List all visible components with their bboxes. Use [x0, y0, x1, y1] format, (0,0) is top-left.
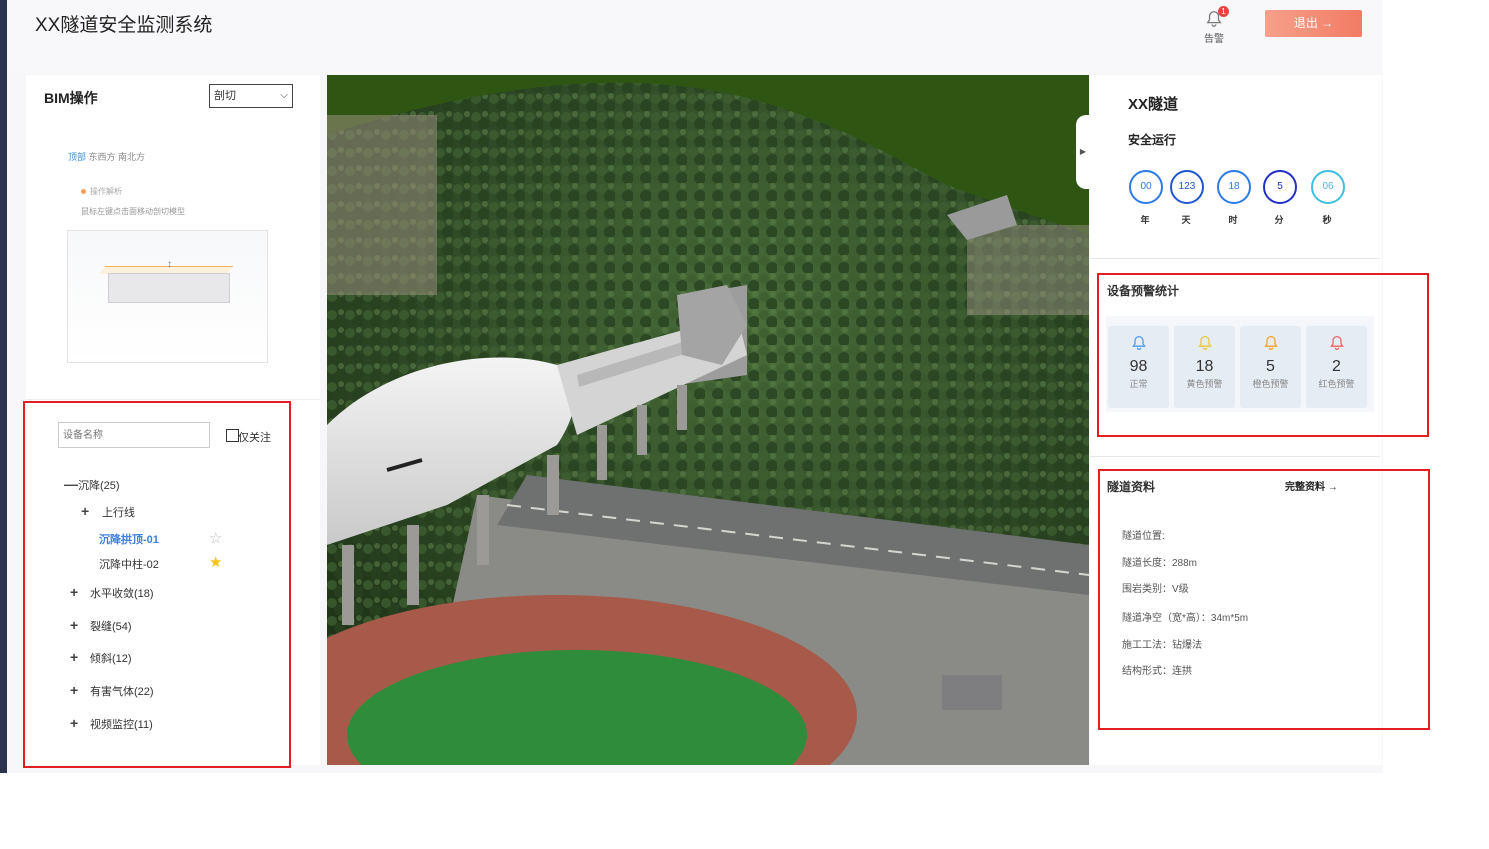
bullet-icon: [81, 189, 86, 194]
alarm-label: 告警: [1204, 34, 1224, 45]
aerial-scene-image: [327, 75, 1089, 765]
header: XX隧道安全监测系统 1 告警 退出 →: [7, 0, 1383, 74]
unit-label: 时: [1228, 215, 1238, 225]
hint-text: 鼠标左键点击面移动剖切模型: [81, 207, 185, 216]
bim-mode-value: 剖切: [214, 90, 236, 102]
unit-label: 年: [1140, 215, 1150, 225]
highlight-box-device-tree: [23, 401, 291, 768]
highlight-box-warning-stats: [1097, 273, 1429, 437]
arrow-right-icon: →: [1321, 16, 1334, 30]
tunnel-status: 安全运行: [1128, 133, 1177, 147]
divider: [26, 399, 320, 400]
hint-title-text: 操作解析: [90, 187, 122, 196]
highlight-box-tunnel-info: [1098, 469, 1430, 730]
runtime-days: 123: [1170, 170, 1204, 204]
3d-scene-viewport[interactable]: [327, 75, 1089, 765]
logout-label: 退出: [1293, 16, 1318, 30]
left-edge-bar: [0, 0, 7, 773]
runtime-years: 00: [1129, 170, 1163, 204]
alarm-button[interactable]: 1 告警: [1203, 6, 1229, 45]
collapse-right-panel-button[interactable]: ▶: [1076, 115, 1090, 189]
view-switcher: 顶部 东西方 南北方: [68, 150, 145, 163]
unit-label: 分: [1274, 215, 1284, 225]
move-arrow-icon: ↕: [167, 259, 172, 270]
alarm-count-badge: 1: [1218, 6, 1229, 17]
divider: [1090, 258, 1380, 259]
section-demo-image: ↕: [67, 230, 268, 363]
hint-title: 操作解析: [81, 186, 122, 197]
divider: [1090, 456, 1380, 457]
logout-button[interactable]: 退出 →: [1265, 10, 1362, 37]
runtime-hours: 18: [1217, 170, 1251, 204]
model-box-shape: [108, 273, 230, 303]
unit-label: 秒: [1322, 215, 1332, 225]
bim-mode-select[interactable]: 剖切 ⌵: [209, 84, 293, 108]
app-title: XX隧道安全监测系统: [35, 15, 213, 36]
chevron-down-icon: ⌵: [280, 90, 288, 101]
view-top-link[interactable]: 顶部: [68, 152, 86, 162]
view-other-links[interactable]: 东西方 南北方: [89, 152, 146, 162]
runtime-minutes: 5: [1263, 170, 1297, 204]
runtime-seconds: 06: [1311, 170, 1345, 204]
unit-label: 天: [1181, 215, 1191, 225]
bim-title: BIM操作: [44, 90, 98, 106]
tunnel-name: XX隧道: [1128, 96, 1179, 113]
